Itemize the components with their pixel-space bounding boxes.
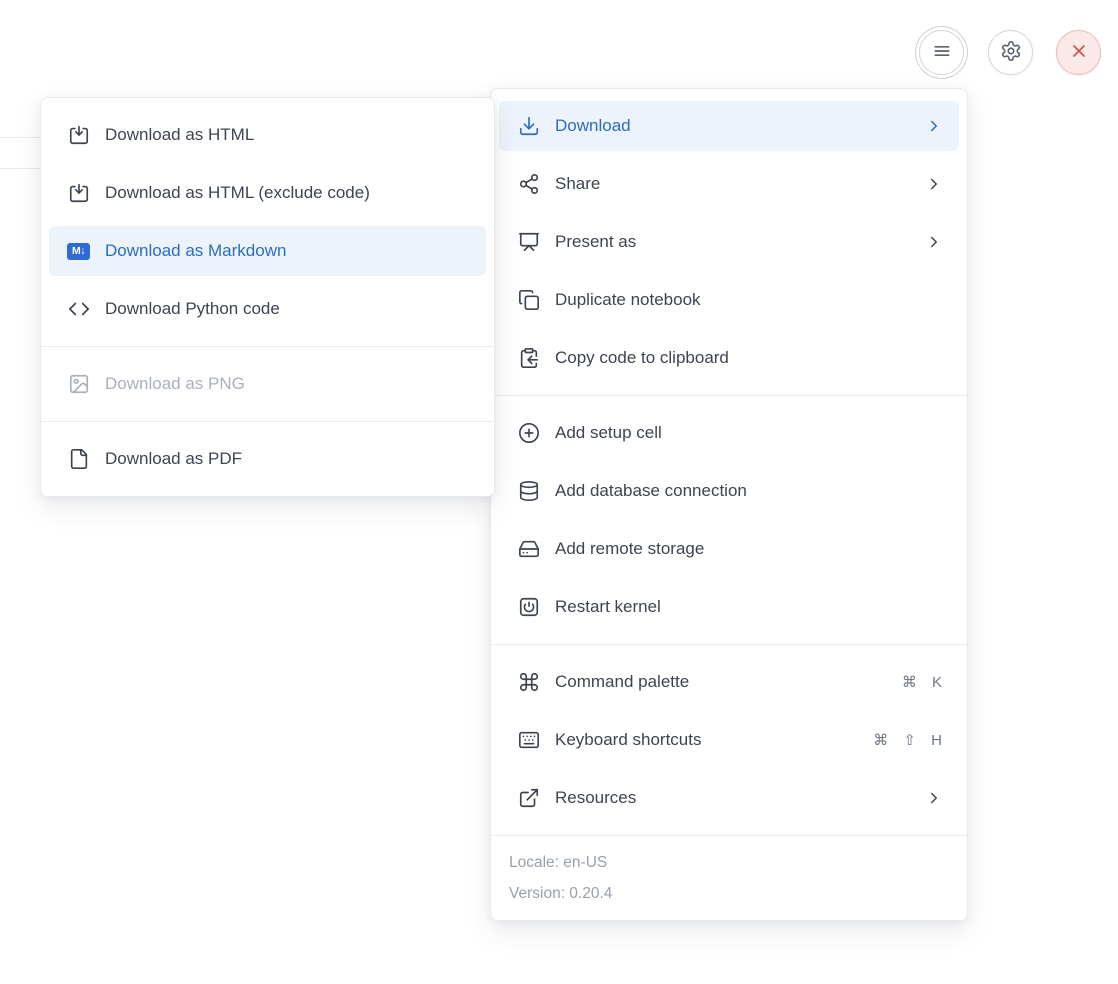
hard-drive-icon	[517, 538, 540, 561]
presentation-icon	[517, 231, 540, 254]
menu-group-help: Command palette ⌘ K Keyboard shortcuts ⌘…	[491, 644, 967, 835]
hamburger-icon	[932, 41, 952, 64]
chevron-right-icon	[923, 117, 943, 135]
chevron-right-icon	[923, 789, 943, 807]
gear-icon	[1000, 40, 1022, 65]
menu-group-notebook: Add setup cell Add database connection A…	[491, 395, 967, 644]
menu-group-actions: Download Share Present as	[491, 89, 967, 395]
external-link-icon	[517, 787, 540, 810]
shortcut-hint: ⌘ K	[902, 673, 943, 691]
submenu-group-exports: Download as HTML Download as HTML (exclu…	[41, 98, 494, 346]
menu-item-label: Add setup cell	[555, 423, 943, 443]
command-icon	[517, 671, 540, 694]
menu-item-label: Keyboard shortcuts	[555, 730, 858, 750]
download-submenu: Download as HTML Download as HTML (exclu…	[40, 97, 495, 497]
close-icon	[1069, 41, 1089, 64]
menu-item-download-python-code[interactable]: Download Python code	[49, 284, 486, 334]
power-square-icon	[517, 596, 540, 619]
menu-item-label: Download Python code	[105, 299, 470, 319]
box-download-icon	[67, 124, 90, 147]
clipboard-copy-icon	[517, 347, 540, 370]
menu-item-download-as-pdf[interactable]: Download as PDF	[49, 434, 486, 484]
chevron-right-icon	[923, 233, 943, 251]
share-icon	[517, 173, 540, 196]
version-text: Version: 0.20.4	[509, 878, 949, 909]
database-icon	[517, 480, 540, 503]
image-icon	[67, 373, 90, 396]
download-icon	[517, 115, 540, 138]
menu-item-label: Present as	[555, 232, 908, 252]
menu-item-download-as-png[interactable]: Download as PNG	[49, 359, 486, 409]
menu-footer: Locale: en-US Version: 0.20.4	[491, 835, 967, 920]
menu-item-label: Download as Markdown	[105, 241, 470, 261]
menu-item-command-palette[interactable]: Command palette ⌘ K	[499, 657, 959, 707]
menu-item-label: Copy code to clipboard	[555, 348, 943, 368]
menu-item-present-as[interactable]: Present as	[499, 217, 959, 267]
menu-item-duplicate-notebook[interactable]: Duplicate notebook	[499, 275, 959, 325]
submenu-group-pdf: Download as PDF	[41, 421, 494, 496]
menu-item-label: Download as PDF	[105, 449, 470, 469]
menu-item-add-remote-storage[interactable]: Add remote storage	[499, 524, 959, 574]
menu-item-download-as-html-exclude-code[interactable]: Download as HTML (exclude code)	[49, 168, 486, 218]
menu-item-label: Download as PNG	[105, 374, 470, 394]
menu-item-label: Duplicate notebook	[555, 290, 943, 310]
menu-item-add-database-connection[interactable]: Add database connection	[499, 466, 959, 516]
box-download-icon	[67, 182, 90, 205]
menu-item-copy-code[interactable]: Copy code to clipboard	[499, 333, 959, 383]
menu-item-label: Download as HTML (exclude code)	[105, 183, 470, 203]
cell-border-line	[0, 137, 40, 138]
menu-item-add-setup-cell[interactable]: Add setup cell	[499, 408, 959, 458]
menu-item-label: Download as HTML	[105, 125, 470, 145]
cell-border-line	[0, 168, 40, 169]
menu-item-label: Add remote storage	[555, 539, 943, 559]
settings-button[interactable]	[988, 30, 1033, 75]
file-icon	[67, 448, 90, 471]
submenu-group-png: Download as PNG	[41, 346, 494, 421]
notebook-menu-button[interactable]	[919, 30, 964, 75]
menu-item-share[interactable]: Share	[499, 159, 959, 209]
menu-item-label: Share	[555, 174, 908, 194]
code-icon	[67, 298, 90, 321]
circle-plus-icon	[517, 422, 540, 445]
menu-item-label: Resources	[555, 788, 908, 808]
close-button[interactable]	[1056, 30, 1101, 75]
menu-item-download-as-html[interactable]: Download as HTML	[49, 110, 486, 160]
duplicate-icon	[517, 289, 540, 312]
markdown-badge-icon: M↓	[67, 240, 90, 263]
menu-item-restart-kernel[interactable]: Restart kernel	[499, 582, 959, 632]
menu-item-label: Add database connection	[555, 481, 943, 501]
locale-text: Locale: en-US	[509, 847, 949, 878]
menu-item-label: Download	[555, 116, 908, 136]
menu-item-resources[interactable]: Resources	[499, 773, 959, 823]
menu-item-label: Command palette	[555, 672, 887, 692]
chevron-right-icon	[923, 175, 943, 193]
menu-item-download[interactable]: Download	[499, 101, 959, 151]
menu-item-download-as-markdown[interactable]: M↓ Download as Markdown	[49, 226, 486, 276]
menu-item-label: Restart kernel	[555, 597, 943, 617]
notebook-menu: Download Share Present as	[490, 88, 968, 921]
keyboard-icon	[517, 729, 540, 752]
shortcut-hint: ⌘ ⇧ H	[873, 731, 943, 749]
menu-item-keyboard-shortcuts[interactable]: Keyboard shortcuts ⌘ ⇧ H	[499, 715, 959, 765]
